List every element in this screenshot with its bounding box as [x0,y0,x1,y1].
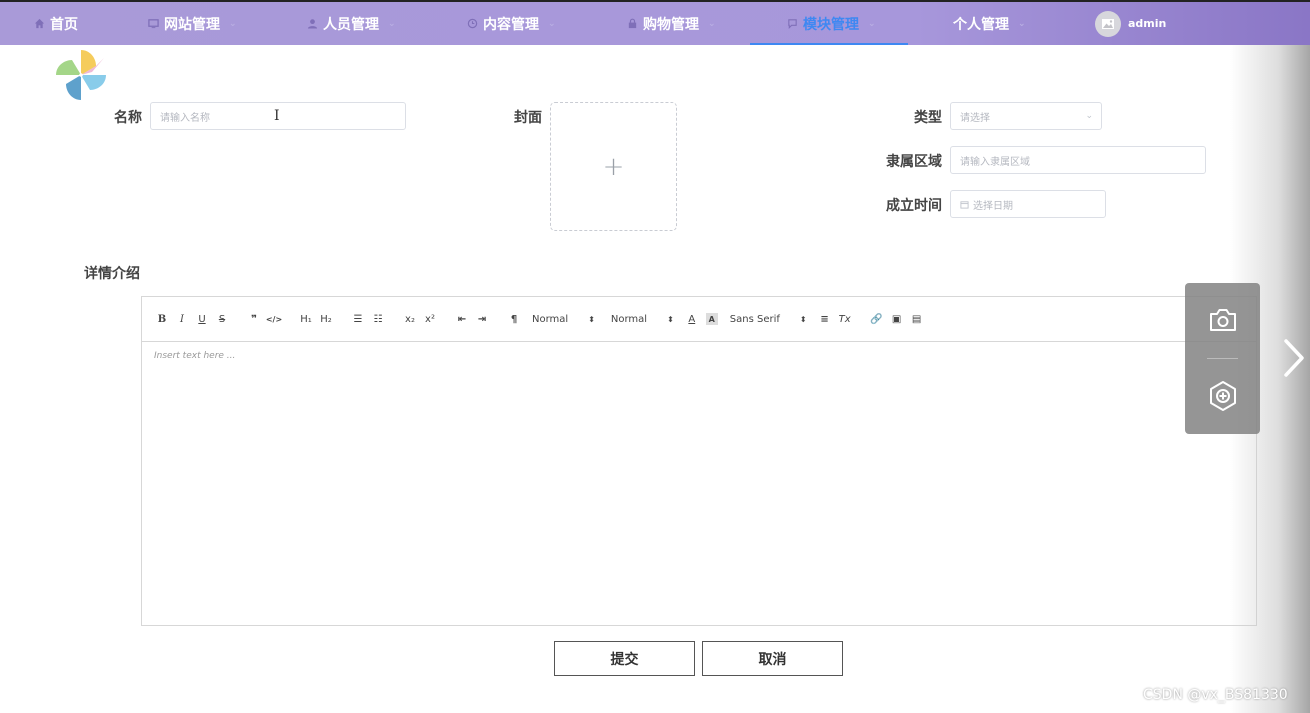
pinwheel-logo [56,50,106,100]
size-select-value: Normal [610,313,648,325]
watermark: CSDN @vx_BS81330 [1143,687,1288,703]
image-icon [1102,18,1114,29]
chevron-down-icon: ⌄ [708,18,716,29]
outdent-icon[interactable]: ⇤ [452,310,472,328]
nav-item-personal[interactable]: 个人管理 ⌄ [953,2,1026,45]
image-icon[interactable]: ▣ [887,310,907,328]
chat-icon [786,18,798,30]
rtl-icon[interactable]: ¶ [504,310,524,328]
header-select[interactable]: Normal ⬍ [532,310,595,328]
ordered-list-icon[interactable]: ☰ [348,310,368,328]
size-select[interactable]: Normal ⬍ [611,310,674,328]
updown-icon: ⬍ [799,314,807,324]
username: admin [1128,17,1167,30]
nav-label: 网站管理 [164,16,220,33]
nav-label: 内容管理 [483,16,539,33]
avatar [1095,10,1121,37]
superscript-icon[interactable]: x² [420,310,440,328]
lock-icon [626,18,638,30]
code-icon[interactable]: </> [264,310,284,328]
blockquote-icon[interactable]: ❞ [244,310,264,328]
name-label: 名称 [114,110,142,126]
nav-label: 个人管理 [953,16,1009,33]
type-select[interactable]: 请选择 ⌄ [950,102,1102,130]
clock-icon [466,18,478,30]
nav-label: 首页 [50,16,78,33]
align-icon[interactable]: ≡ [815,310,835,328]
nav-item-module[interactable]: 模块管理 ⌄ [750,2,907,45]
chevron-down-icon: ⌄ [868,18,876,29]
font-color-icon[interactable]: A [682,310,702,328]
h2-icon[interactable]: H₂ [316,310,336,328]
date-picker[interactable]: 选择日期 [950,190,1106,218]
chevron-down-icon: ⌄ [1085,111,1093,121]
updown-icon: ⬍ [588,314,595,324]
floating-tool-panel [1185,283,1260,434]
bold-icon[interactable]: B [152,310,172,328]
indent-icon[interactable]: ⇥ [472,310,492,328]
submit-button[interactable]: 提交 [554,641,695,676]
font-select[interactable]: Sans Serif ⬍ [730,310,807,328]
nav-item-content[interactable]: 内容管理 ⌄ [466,2,556,45]
top-nav: 首页 网站管理 ⌄ 人员管理 ⌄ 内容管理 ⌄ 购物管理 ⌄ 模块管理 ⌄ 个人… [0,0,1310,45]
type-select-placeholder: 请选择 [960,112,990,124]
calendar-icon [960,200,969,209]
chevron-down-icon: ⌄ [229,18,237,29]
editor-content[interactable]: Insert text here ... [142,342,1256,370]
nav-label: 人员管理 [323,16,379,33]
editor-toolbar: B I U S ❞ </> H₁ H₂ ☰ ☷ x₂ x² ⇤ ⇥ ¶ Norm… [142,297,1256,342]
area-input[interactable]: 请输入隶属区域 [950,146,1206,174]
camera-icon[interactable] [1206,303,1240,337]
subscript-icon[interactable]: x₂ [400,310,420,328]
font-select-value: Sans Serif [729,313,780,325]
chevron-right-icon[interactable] [1280,338,1308,378]
chevron-down-icon: ⌄ [1018,18,1026,29]
nav-label: 购物管理 [643,16,699,33]
underline-icon[interactable]: U [192,310,212,328]
scan-plus-icon[interactable] [1206,379,1240,413]
cover-upload[interactable]: + [550,102,677,231]
plus-icon: + [602,151,625,182]
h1-icon[interactable]: H₁ [296,310,316,328]
cancel-button[interactable]: 取消 [702,641,843,676]
clean-format-icon[interactable]: Tx [835,310,855,328]
nav-item-home[interactable]: 首页 [33,2,78,45]
strike-icon[interactable]: S [212,310,232,328]
nav-item-website[interactable]: 网站管理 ⌄ [147,2,237,45]
area-label: 隶属区域 [886,154,942,170]
nav-item-people[interactable]: 人员管理 ⌄ [306,2,396,45]
user-icon [306,18,318,30]
chevron-down-icon: ⌄ [388,18,396,29]
type-label: 类型 [914,110,942,126]
nav-label: 模块管理 [803,16,859,33]
cover-label: 封面 [514,110,542,126]
link-icon[interactable]: 🔗 [867,310,887,328]
rich-text-editor: B I U S ❞ </> H₁ H₂ ☰ ☷ x₂ x² ⇤ ⇥ ¶ Norm… [141,296,1257,626]
bullet-list-icon[interactable]: ☷ [368,310,388,328]
detail-label: 详情介绍 [84,266,140,282]
text-cursor-icon: I [274,108,280,124]
user-menu[interactable]: admin [1095,2,1166,45]
updown-icon: ⬍ [667,314,674,324]
background-color-icon[interactable]: A [705,313,718,325]
date-placeholder: 选择日期 [973,200,1013,212]
chevron-down-icon: ⌄ [548,18,556,29]
video-icon[interactable]: ▤ [907,310,927,328]
monitor-icon [147,18,159,30]
divider [1207,358,1238,359]
date-label: 成立时间 [886,198,942,214]
nav-item-shopping[interactable]: 购物管理 ⌄ [626,2,716,45]
home-icon [33,18,45,30]
header-select-value: Normal [532,313,569,325]
italic-icon[interactable]: I [172,310,192,328]
